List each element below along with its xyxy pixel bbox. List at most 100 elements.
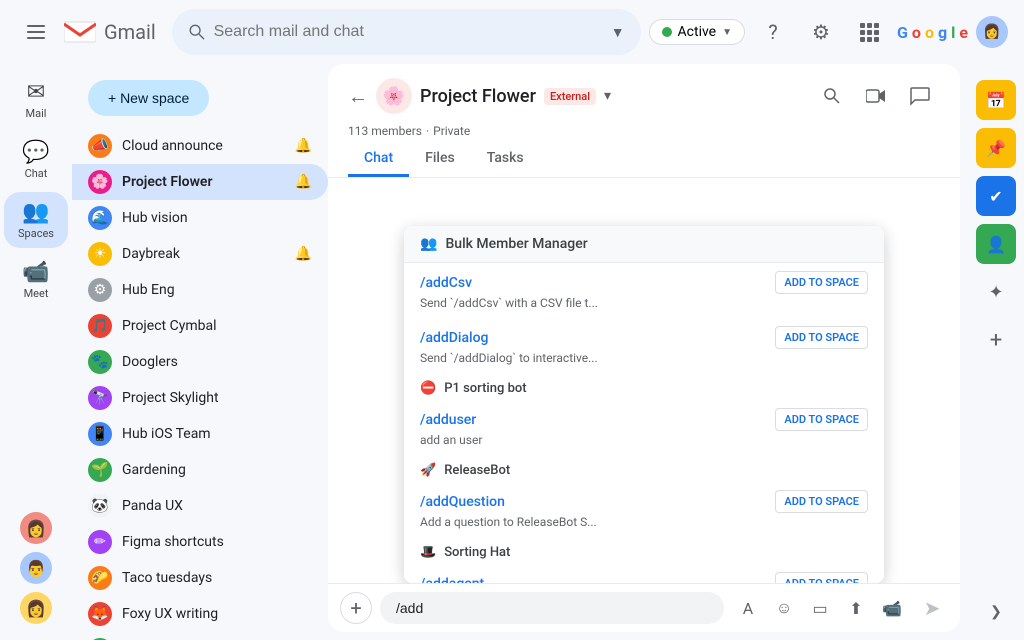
section-p1-sorting-bot: ⛔ P1 sorting bot: [404, 373, 884, 400]
active-status-badge[interactable]: Active ▼: [649, 19, 745, 45]
video-call-icon[interactable]: 📹: [876, 592, 908, 624]
nav-item-spaces[interactable]: 👥 Spaces: [4, 192, 68, 248]
content-area: ← 🌸 Project Flower External ▾: [328, 64, 960, 632]
upload-icon[interactable]: ⬆: [840, 592, 872, 624]
nav-item-chat[interactable]: 💬 Chat: [4, 132, 68, 188]
sidebar-label-hub-ios: Hub iOS Team: [122, 426, 312, 442]
right-panel-expand-icon[interactable]: ❯: [984, 600, 1008, 624]
add-to-space-btn-3[interactable]: ADD TO SPACE: [775, 490, 868, 513]
sidebar-label-hub-eng: Hub Eng: [122, 282, 312, 298]
header-search-icon[interactable]: [812, 76, 852, 116]
content-header: ← 🌸 Project Flower External ▾: [328, 64, 960, 178]
sidebar-label-foxy-ux: Foxy UX writing: [122, 606, 312, 622]
tab-files[interactable]: Files: [409, 142, 471, 177]
sidebar-item-hub-vision[interactable]: 🌊 Hub vision: [72, 200, 328, 236]
input-bar: + A ☺ ▭ ⬆ 📹 ➤: [328, 583, 960, 632]
active-chevron-icon: ▼: [722, 27, 732, 38]
topbar: Gmail ▼ Active ▼ ? ⚙ Google 👩: [0, 0, 1024, 64]
sidebar-item-figma-shortcuts[interactable]: ✏ Figma shortcuts: [72, 524, 328, 560]
right-panel: 📅 📌 ✔ 👤 ✦ + ❯: [968, 64, 1024, 640]
command-adddialog: /addDialog: [420, 330, 489, 346]
popup-item-addcsv[interactable]: /addCsv ADD TO SPACE Send `/addCsv` with…: [404, 263, 884, 318]
add-to-space-btn-0[interactable]: ADD TO SPACE: [775, 271, 868, 294]
header-video-icon[interactable]: [856, 76, 896, 116]
add-to-space-btn-2[interactable]: ADD TO SPACE: [775, 408, 868, 431]
sidebar-item-coco-melon[interactable]: 🍉 Coco Melon: [72, 632, 328, 640]
sidebar-item-project-skylight[interactable]: 🔭 Project Skylight: [72, 380, 328, 416]
help-icon[interactable]: ?: [753, 12, 793, 52]
popup-item-adduser[interactable]: /adduser ADD TO SPACE add an user: [404, 400, 884, 455]
sidebar-item-project-flower[interactable]: 🌸 Project Flower 🔔: [72, 164, 328, 200]
sidebar-item-dooglers[interactable]: 🐾 Dooglers: [72, 344, 328, 380]
user-avatar[interactable]: 👩: [976, 16, 1008, 48]
new-space-button[interactable]: + New space: [88, 80, 209, 116]
nav-avatar-2[interactable]: 👨: [20, 552, 52, 584]
space-chevron-icon[interactable]: ▾: [604, 88, 611, 104]
sidebar-item-cloud-announce[interactable]: 📣 Cloud announce 🔔: [72, 128, 328, 164]
gmail-wordmark: Gmail: [104, 20, 156, 44]
section-releasebot: 🚀 ReleaseBot: [404, 455, 884, 482]
sidebar-item-foxy-ux[interactable]: 🦊 Foxy UX writing: [72, 596, 328, 632]
external-badge: External: [544, 88, 596, 105]
nav-avatar-1[interactable]: 👩: [20, 512, 52, 544]
emoji-icon[interactable]: ☺: [768, 592, 800, 624]
nav-avatar-3[interactable]: 👩: [20, 592, 52, 624]
right-tasks-icon[interactable]: ✔: [976, 176, 1016, 216]
search-input[interactable]: [214, 23, 603, 41]
tab-chat[interactable]: Chat: [348, 142, 409, 177]
right-add-icon[interactable]: +: [976, 320, 1016, 360]
text-format-icon[interactable]: A: [732, 592, 764, 624]
right-contacts-icon[interactable]: 👤: [976, 224, 1016, 264]
section-releasebot-label: ReleaseBot: [444, 463, 510, 478]
popup-item-adddialog[interactable]: /addDialog ADD TO SPACE Send `/addDialog…: [404, 318, 884, 373]
settings-icon[interactable]: ⚙: [801, 12, 841, 52]
right-keep-icon[interactable]: 📌: [976, 128, 1016, 168]
input-add-button[interactable]: +: [340, 592, 372, 624]
sidebar-label-panda-ux: Panda UX: [122, 498, 312, 514]
message-input[interactable]: [380, 592, 724, 624]
header-chat-icon[interactable]: [900, 76, 940, 116]
sidebar-item-panda-ux[interactable]: 🐼 Panda UX: [72, 488, 328, 524]
sidebar-item-project-cymbal[interactable]: 🎵 Project Cymbal: [72, 308, 328, 344]
main-layout: ✉ Mail 💬 Chat 👥 Spaces 📹 Meet 👩 👨 👩 + Ne…: [0, 64, 1024, 640]
back-button[interactable]: ←: [348, 84, 368, 109]
sidebar-label-cloud-announce: Cloud announce: [122, 138, 285, 154]
nav-label-spaces: Spaces: [18, 227, 54, 240]
nav-label-meet: Meet: [24, 287, 49, 300]
nav-item-mail[interactable]: ✉ Mail: [4, 72, 68, 128]
popup-item-addquestion[interactable]: /addQuestion ADD TO SPACE Add a question…: [404, 482, 884, 537]
apps-icon[interactable]: [849, 12, 889, 52]
search-bar[interactable]: ▼: [172, 9, 641, 55]
sidebar-label-project-flower: Project Flower: [122, 174, 285, 190]
screen-icon[interactable]: ▭: [804, 592, 836, 624]
topbar-right: Active ▼ ? ⚙ Google 👩: [649, 12, 1008, 52]
popup-command-row-2: /adduser ADD TO SPACE: [420, 408, 868, 431]
hub-ios-icon: 📱: [88, 422, 112, 446]
sidebar-item-gardening[interactable]: 🌱 Gardening: [72, 452, 328, 488]
sidebar-item-hub-eng[interactable]: ⚙ Hub Eng: [72, 272, 328, 308]
search-expand-icon[interactable]: ▼: [611, 24, 625, 41]
panda-ux-icon: 🐼: [88, 494, 112, 518]
popup-header: 👥 Bulk Member Manager: [404, 226, 884, 263]
sidebar-item-hub-ios[interactable]: 📱 Hub iOS Team: [72, 416, 328, 452]
dooglers-icon: 🐾: [88, 350, 112, 374]
sidebar-item-daybreak[interactable]: ☀ Daybreak 🔔: [72, 236, 328, 272]
nav-label-chat: Chat: [25, 167, 48, 180]
command-addagent: /addagent: [420, 576, 484, 584]
popup-item-addagent[interactable]: /addagent ADD TO SPACE Add a new agent t…: [404, 564, 884, 583]
gmail-logo: Gmail: [64, 20, 156, 44]
menu-icon[interactable]: [16, 12, 56, 52]
add-to-space-btn-1[interactable]: ADD TO SPACE: [775, 326, 868, 349]
send-button[interactable]: ➤: [916, 592, 948, 624]
popup-header-label: Bulk Member Manager: [445, 236, 587, 252]
google-logo: Google: [897, 23, 968, 42]
sidebar-item-taco-tuesdays[interactable]: 🌮 Taco tuesdays: [72, 560, 328, 596]
right-star-icon[interactable]: ✦: [976, 272, 1016, 312]
header-actions: [812, 76, 940, 116]
right-calendar-icon[interactable]: 📅: [976, 80, 1016, 120]
tab-tasks[interactable]: Tasks: [471, 142, 540, 177]
nav-item-meet[interactable]: 📹 Meet: [4, 252, 68, 308]
search-icon: [188, 22, 206, 42]
add-to-space-btn-4[interactable]: ADD TO SPACE: [775, 572, 868, 583]
meet-icon: 📹: [22, 260, 49, 285]
